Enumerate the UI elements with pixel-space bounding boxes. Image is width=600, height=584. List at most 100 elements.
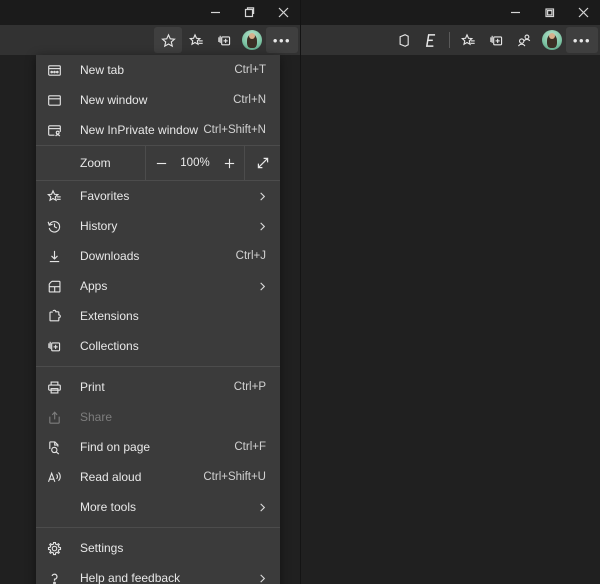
menu-item-new-inprivate-window[interactable]: New InPrivate windowCtrl+Shift+N [36, 115, 280, 145]
inprivate-icon [47, 122, 69, 138]
chevron-right-icon [256, 573, 268, 584]
titlebar-right [301, 0, 600, 25]
profile-avatar[interactable] [538, 27, 566, 53]
settings-and-more-menu-left[interactable]: New tabCtrl+TNew windowCtrl+NNew InPriva… [36, 55, 280, 584]
history-icon [47, 218, 69, 234]
maximize-restore-button[interactable] [532, 0, 566, 25]
favorite-star-icon[interactable] [154, 27, 182, 53]
menu-item-apps[interactable]: Apps [36, 271, 280, 301]
menu-item-shortcut: Ctrl+F [234, 441, 268, 453]
extensions-icon [47, 308, 69, 324]
minimize-button[interactable] [498, 0, 532, 25]
chevron-right-icon [256, 502, 268, 513]
toolbar-separator [449, 32, 450, 48]
favorites-list-icon[interactable] [454, 27, 482, 53]
menu-item-shortcut: Ctrl+T [234, 64, 268, 76]
profile-avatar[interactable] [238, 27, 266, 53]
maximize-restore-button[interactable] [232, 0, 266, 25]
new-tab-icon [47, 62, 69, 78]
close-button[interactable] [566, 0, 600, 25]
new-window-icon [47, 92, 69, 108]
menu-item-label: Print [69, 380, 234, 394]
print-icon [47, 379, 69, 395]
chevron-right-icon [256, 221, 268, 232]
find-icon [47, 439, 69, 455]
menu-item-shortcut: Ctrl+Shift+N [203, 124, 268, 136]
menu-item-label: Help and feedback [69, 571, 256, 584]
collections-icon[interactable] [482, 27, 510, 53]
menu-item-label: Favorites [69, 189, 256, 203]
menu-item-label: More tools [47, 500, 256, 514]
menu-item-label: New window [69, 93, 233, 107]
titlebar-left [0, 0, 300, 25]
menu-item-new-window[interactable]: New windowCtrl+N [36, 85, 280, 115]
menu-item-help-and-feedback[interactable]: Help and feedback [36, 563, 280, 584]
browser-window-left: ••• New tabCtrl+TNew windowCtrl+NNew InP… [0, 0, 300, 584]
menu-item-favorites[interactable]: Favorites [36, 181, 280, 211]
menu-item-print[interactable]: PrintCtrl+P [36, 372, 280, 402]
chevron-right-icon [256, 281, 268, 292]
menu-item-new-tab[interactable]: New tabCtrl+T [36, 55, 280, 85]
menu-item-label: New tab [69, 63, 234, 77]
menu-item-shortcut: Ctrl+P [234, 381, 268, 393]
menu-item-label: New InPrivate window [69, 123, 203, 137]
avatar-image [242, 30, 262, 50]
menu-item-label: Collections [69, 339, 268, 353]
zoom-in-button[interactable] [214, 157, 244, 170]
menu-item-label: Downloads [69, 249, 236, 263]
settings-icon [47, 540, 69, 556]
favorites-icon [47, 188, 69, 204]
apps-icon [47, 278, 69, 294]
menu-item-shortcut: Ctrl+Shift+U [203, 471, 268, 483]
office-icon[interactable] [389, 27, 417, 53]
minimize-button[interactable] [198, 0, 232, 25]
menu-item-label: Find on page [69, 440, 234, 454]
toolbar-right: ••• [301, 25, 600, 55]
menu-item-label: Share [69, 410, 268, 424]
collections-icon[interactable] [210, 27, 238, 53]
browser-window-right: ••• New tabCtrl+TNew windowCtrl+NNew InP… [300, 0, 600, 584]
collections-icon [47, 338, 69, 354]
menu-item-label: Settings [69, 541, 268, 555]
browser-essentials-icon[interactable] [510, 27, 538, 53]
fullscreen-icon[interactable] [244, 146, 280, 180]
favorites-list-icon[interactable] [182, 27, 210, 53]
settings-and-more-icon[interactable]: ••• [566, 27, 598, 53]
menu-item-settings[interactable]: Settings [36, 533, 280, 563]
menu-item-downloads[interactable]: DownloadsCtrl+J [36, 241, 280, 271]
menu-item-share: Share [36, 402, 280, 432]
settings-and-more-icon[interactable]: ••• [266, 27, 298, 53]
avatar-image [542, 30, 562, 50]
menu-item-find-on-page[interactable]: Find on pageCtrl+F [36, 432, 280, 462]
menu-item-shortcut: Ctrl+N [233, 94, 268, 106]
chevron-right-icon [256, 191, 268, 202]
menu-separator [36, 527, 280, 528]
menu-item-label: Extensions [69, 309, 268, 323]
zoom-row: Zoom 100% [36, 146, 280, 180]
zoom-label: Zoom [36, 146, 145, 180]
menu-item-collections[interactable]: Collections [36, 331, 280, 361]
menu-item-read-aloud[interactable]: Read aloudCtrl+Shift+U [36, 462, 280, 492]
zoom-out-button[interactable] [146, 157, 176, 170]
help-plain-icon [47, 570, 69, 584]
editor-icon[interactable] [417, 27, 445, 53]
menu-item-label: History [69, 219, 256, 233]
close-button[interactable] [266, 0, 300, 25]
share-icon [47, 409, 69, 425]
zoom-controls: 100% [145, 146, 244, 180]
menu-item-shortcut: Ctrl+J [236, 250, 268, 262]
zoom-level-value: 100% [176, 157, 214, 169]
downloads-icon [47, 248, 69, 264]
read-aloud-icon [47, 469, 69, 485]
page-content-right [301, 55, 600, 584]
toolbar-left: ••• [0, 25, 300, 55]
menu-item-label: Apps [69, 279, 256, 293]
menu-item-more-tools[interactable]: More tools [36, 492, 280, 522]
screen: ••• New tabCtrl+TNew windowCtrl+NNew InP… [0, 0, 600, 584]
menu-item-extensions[interactable]: Extensions [36, 301, 280, 331]
ellipsis-glyph: ••• [573, 34, 591, 47]
ellipsis-glyph: ••• [273, 34, 291, 47]
menu-item-label: Read aloud [69, 470, 203, 484]
menu-separator [36, 366, 280, 367]
menu-item-history[interactable]: History [36, 211, 280, 241]
